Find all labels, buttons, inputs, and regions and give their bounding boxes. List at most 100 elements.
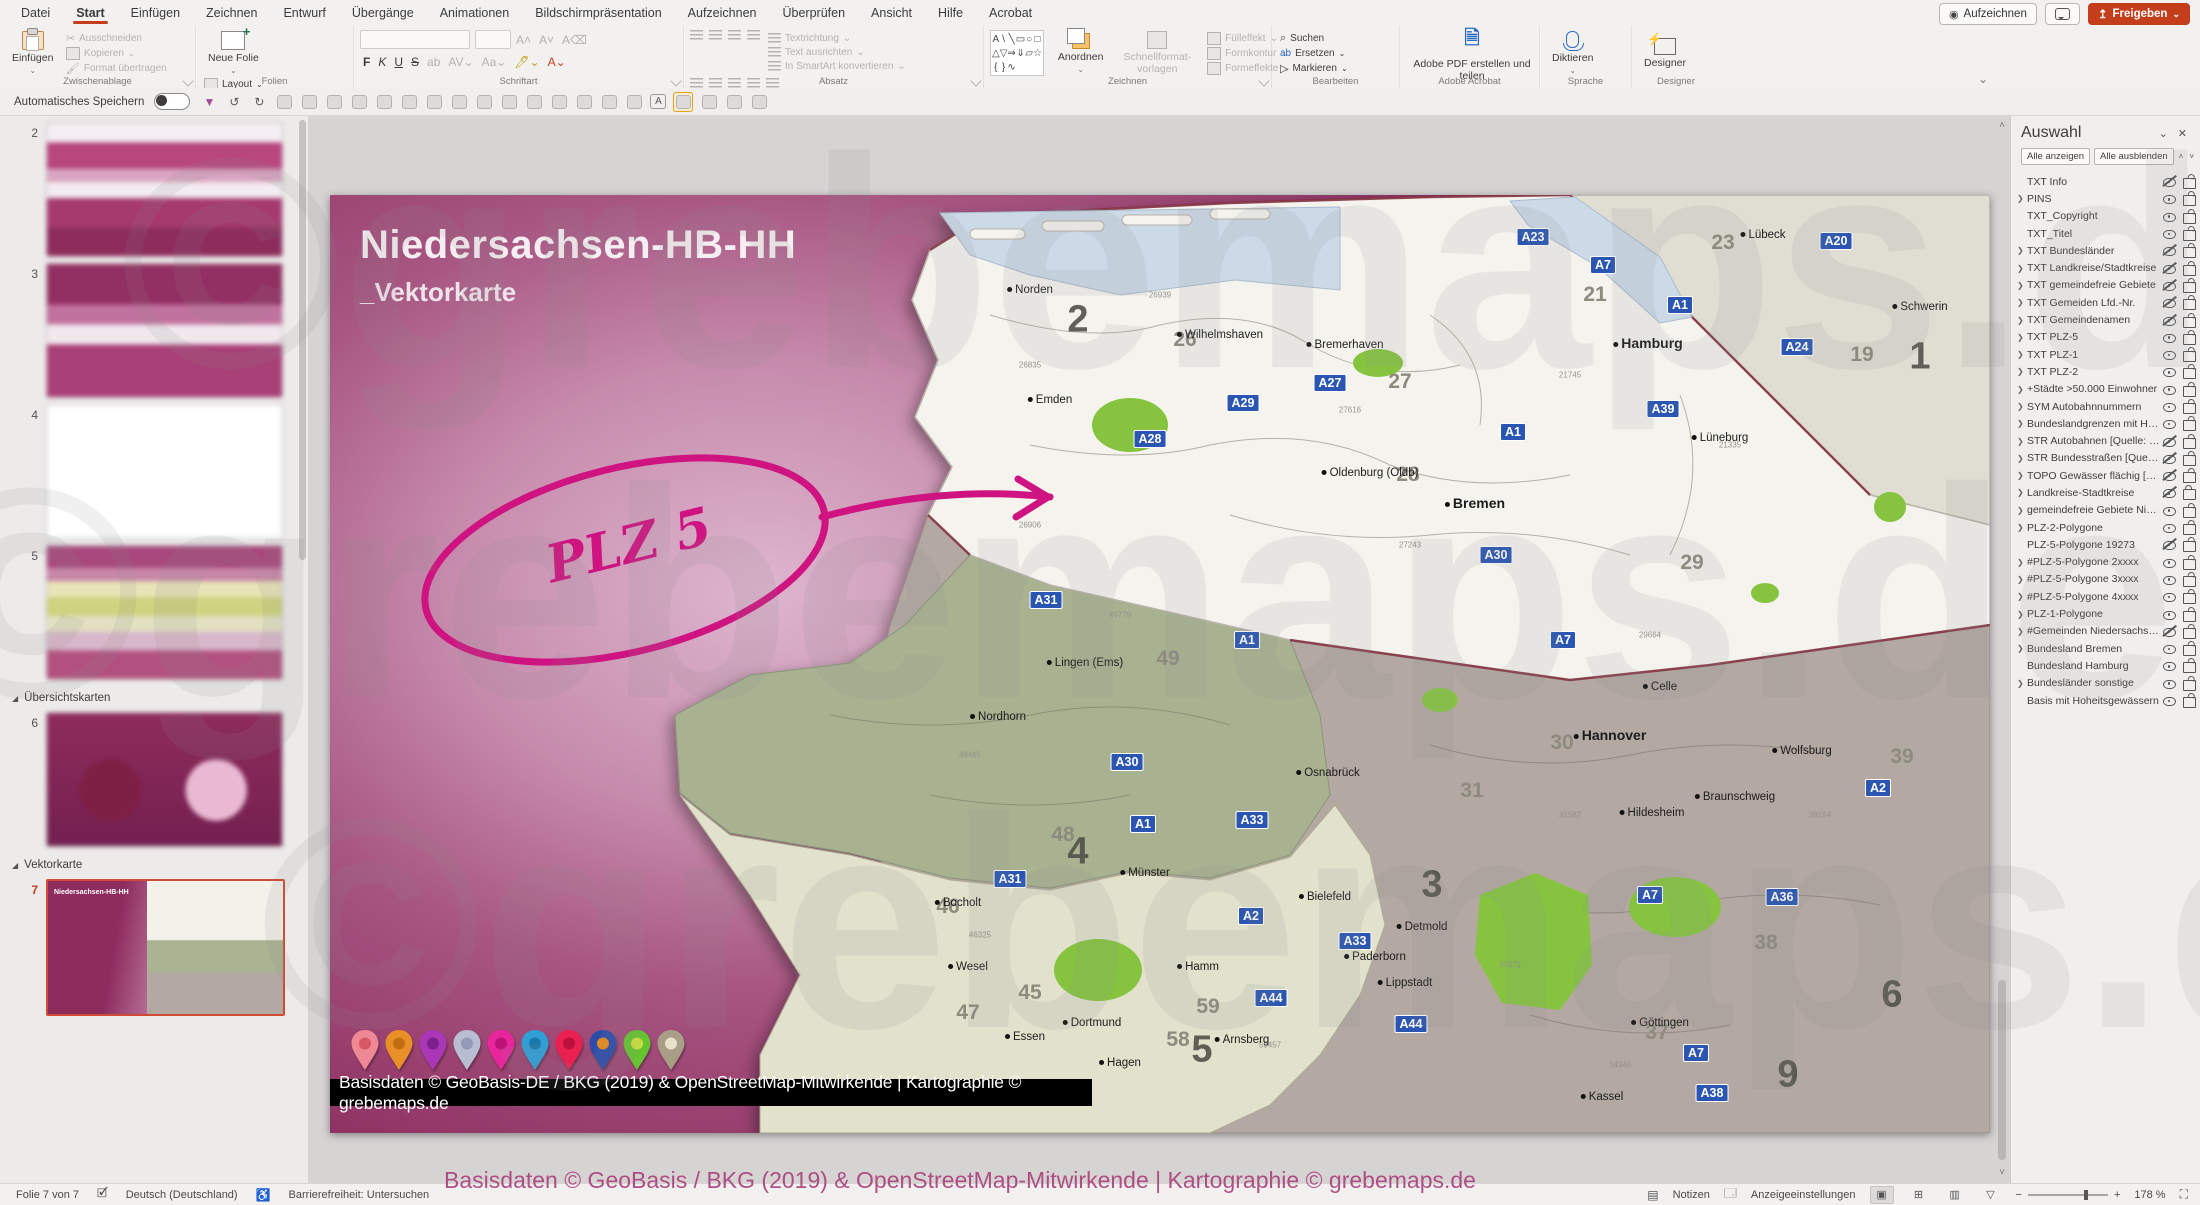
visible-eye-icon[interactable] (2162, 193, 2177, 205)
shape-glyph[interactable]: ○ (1026, 34, 1032, 45)
visible-eye-icon[interactable] (2162, 643, 2177, 655)
expand-chevron-icon[interactable]: ❯ (2017, 454, 2027, 463)
slideshow-icon[interactable]: ▽ (1980, 1187, 2002, 1203)
expand-chevron-icon[interactable]: ❯ (2017, 575, 2027, 584)
hidden-eye-icon[interactable] (2162, 434, 2177, 447)
expand-chevron-icon[interactable]: ❯ (2017, 385, 2027, 394)
shape-gallery[interactable]: A \ ╲ ▭ ○ □ △ ▽ ⇒ ⇓ ▱ ☆ {} ∿ (990, 30, 1044, 76)
indent-decrease-icon[interactable] (728, 30, 741, 41)
fit-to-window-icon[interactable]: ⛶ (2180, 1187, 2188, 1202)
unlocked-icon[interactable] (2183, 403, 2196, 414)
visible-eye-icon[interactable] (2162, 505, 2177, 516)
unlocked-icon[interactable] (2183, 454, 2196, 466)
smartart-button[interactable]: In SmartArt konvertieren ⌄ (768, 59, 906, 73)
shape-glyph[interactable]: ∿ (1007, 62, 1015, 73)
hidden-eye-icon[interactable] (2162, 296, 2177, 308)
tab-acrobat[interactable]: Acrobat (976, 2, 1045, 24)
selection-item[interactable]: ❯gemeindefreie Gebiete Niedersac... (2011, 502, 2200, 519)
selection-item[interactable]: Basis mit Hoheitsgewässern (2011, 692, 2200, 709)
tab-entwurf[interactable]: Entwurf (270, 2, 338, 24)
unlocked-icon[interactable] (2183, 645, 2196, 657)
selection-item[interactable]: ❯ +Städte >50.000 Einwohner (2011, 381, 2200, 398)
slide-thumbnail-5[interactable] (46, 545, 283, 680)
expand-chevron-icon[interactable]: ❯ (2017, 471, 2027, 480)
selection-item[interactable]: ❯ TXT Gemeindenamen (2011, 311, 2200, 328)
show-all-button[interactable]: Alle anzeigen (2021, 148, 2091, 165)
unlocked-icon[interactable] (2183, 627, 2196, 639)
unlocked-icon[interactable] (2183, 264, 2196, 276)
shape-glyph[interactable]: ▱ (1025, 48, 1033, 59)
expand-chevron-icon[interactable]: ❯ (2017, 627, 2027, 636)
scroll-down-icon[interactable]: ˅ (1996, 1167, 2008, 1178)
selection-item[interactable]: ❯ PINS (2011, 190, 2200, 207)
unlocked-icon[interactable] (2183, 524, 2196, 536)
visible-eye-icon[interactable] (2162, 401, 2177, 412)
selection-item[interactable]: ❯ PLZ-1-Polygone (2011, 605, 2200, 622)
format-painter-icon[interactable] (525, 93, 543, 111)
tab-übergänge[interactable]: Übergänge (339, 2, 427, 24)
slide[interactable]: Niedersachsen-HB-HH _Vektorkarte PLZ 5 2… (330, 195, 1990, 1133)
shadow-button[interactable]: ab (424, 55, 443, 69)
section-collapse-icon[interactable]: ◢ (12, 861, 18, 870)
close-icon[interactable]: ✕ (2173, 127, 2192, 140)
selection-item[interactable]: ❯ SYM Autobahnnummern (2011, 398, 2200, 415)
selection-item[interactable]: ❯ Landkreise-Stadtkreise (2011, 484, 2200, 501)
section-collapse-icon[interactable]: ◢ (12, 694, 18, 703)
selection-item[interactable]: ❯ TXT Bundesländer (2011, 242, 2200, 259)
tab-hilfe[interactable]: Hilfe (925, 2, 976, 24)
zoom-out-icon[interactable]: − (2016, 1189, 2022, 1201)
duplicate-icon[interactable] (325, 93, 343, 111)
visible-eye-icon[interactable] (2162, 332, 2177, 343)
tab-aufzeichnen[interactable]: Aufzeichnen (675, 2, 770, 24)
unlocked-icon[interactable] (2183, 385, 2196, 397)
underline-button[interactable]: U (391, 55, 406, 69)
tab-einfügen[interactable]: Einfügen (118, 2, 193, 24)
hidden-eye-icon[interactable] (2162, 538, 2177, 551)
align-text-button[interactable]: Text ausrichten ⌄ (768, 45, 906, 59)
expand-chevron-icon[interactable]: ❯ (2017, 592, 2027, 601)
shape-glyph[interactable]: { (994, 62, 997, 73)
cut-button[interactable]: ✂ Ausschneiden (66, 31, 167, 45)
indent-increase-icon[interactable] (747, 30, 760, 41)
text-color-icon[interactable] (450, 93, 468, 111)
unlocked-icon[interactable] (2183, 506, 2196, 518)
slide-thumbnail-2[interactable] (46, 122, 283, 257)
visible-eye-icon[interactable] (2162, 695, 2177, 707)
slide-thumbnail-4[interactable] (46, 404, 283, 539)
slide-thumbnail-3[interactable] (46, 263, 283, 398)
visible-eye-icon[interactable] (2162, 522, 2177, 534)
tab-zeichnen[interactable]: Zeichnen (193, 2, 270, 24)
new-slide-button[interactable]: Neue Folie⌄ (202, 24, 265, 76)
shape-glyph[interactable]: ⇒ (1007, 48, 1015, 59)
selection-item[interactable]: ❯ #PLZ-5-Polygone 2xxxx (2011, 554, 2200, 571)
shape-glyph[interactable]: \ (1002, 34, 1005, 45)
shape-glyph[interactable]: } (1002, 62, 1005, 73)
selection-pane-icon[interactable] (673, 91, 694, 112)
undo-icon[interactable]: ↺ (225, 93, 243, 111)
scrollbar-thumb[interactable] (1998, 980, 2006, 1160)
hidden-eye-icon[interactable] (2162, 261, 2177, 274)
unlocked-icon[interactable] (2183, 575, 2196, 587)
selection-item[interactable]: TXT_Titel (2011, 225, 2200, 242)
tab-ansicht[interactable]: Ansicht (858, 2, 925, 24)
visible-eye-icon[interactable] (2162, 349, 2177, 361)
shape-glyph[interactable]: ╲ (1009, 34, 1015, 45)
hidden-eye-icon[interactable] (2162, 486, 2177, 499)
arrange-button[interactable]: Anordnen ⌄ (1052, 27, 1110, 76)
selection-item[interactable]: ❯ STR Autobahnen [Quelle: BKG] (2011, 432, 2200, 449)
move-down-icon[interactable]: ˅ (2188, 152, 2195, 161)
clear-format-button[interactable]: A⌫ (559, 33, 590, 47)
numbered-list-icon[interactable] (709, 30, 722, 41)
expand-chevron-icon[interactable]: ❯ (2017, 419, 2027, 428)
collapse-ribbon-icon[interactable]: ⌄ (1978, 72, 1988, 86)
shape-glyph[interactable]: A (993, 34, 1000, 45)
unlocked-icon[interactable] (2183, 593, 2196, 605)
slide-thumbnail-7[interactable]: Niedersachsen-HB-HH (46, 879, 285, 1016)
adobe-pdf-button[interactable]: 🗎 Adobe PDF erstellen und teilen (1406, 28, 1538, 82)
hidden-eye-icon[interactable] (2162, 244, 2177, 256)
tab-überprüfen[interactable]: Überprüfen (769, 2, 858, 24)
shape-effects-icon[interactable] (425, 93, 443, 111)
anchor-icon[interactable] (550, 93, 568, 111)
selection-item[interactable]: ❯ Bundesland Bremen (2011, 640, 2200, 657)
selection-item[interactable]: ❯Bundeslandgrenzen mit Hoheitsg... (2011, 415, 2200, 432)
